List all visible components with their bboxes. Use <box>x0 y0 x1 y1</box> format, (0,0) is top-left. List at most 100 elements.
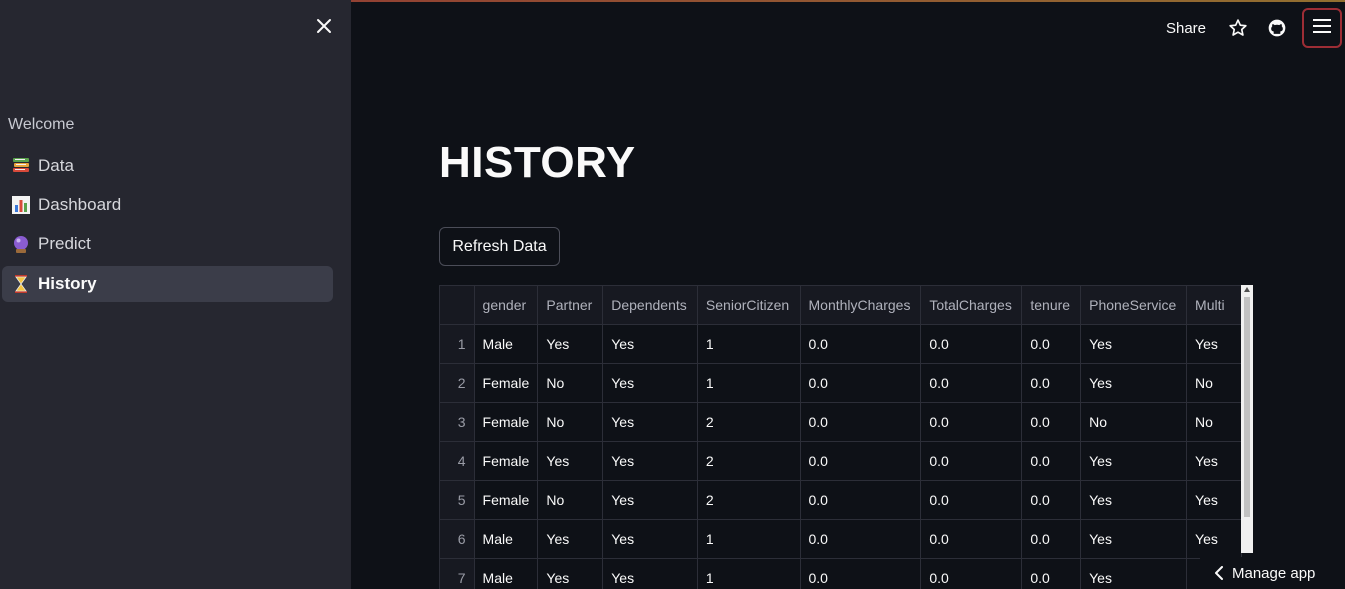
table-cell[interactable]: No <box>1186 363 1242 403</box>
header-toolbar: Share <box>1166 8 1345 48</box>
table-cell[interactable]: Yes <box>602 558 698 589</box>
scroll-up-arrow-icon[interactable] <box>1244 287 1250 292</box>
table-row: 7 Male Yes Yes 1 0.0 0.0 0.0 Yes <box>440 558 1242 589</box>
column-header[interactable]: MonthlyCharges <box>800 286 922 325</box>
main-menu-button[interactable] <box>1302 8 1342 48</box>
table-cell[interactable]: Male <box>474 558 539 589</box>
table-cell[interactable]: Yes <box>1080 441 1188 481</box>
table-cell[interactable]: Yes <box>602 363 698 403</box>
sidebar-item-welcome[interactable]: Welcome <box>8 116 74 134</box>
table-cell[interactable]: Yes <box>1186 441 1242 481</box>
table-cell[interactable]: No <box>537 480 604 520</box>
table-cell[interactable]: Female <box>474 441 539 481</box>
table-cell[interactable]: 0.0 <box>920 558 1023 589</box>
crystal-ball-icon <box>10 233 32 255</box>
table-cell[interactable]: Yes <box>602 519 698 559</box>
table-cell[interactable]: Yes <box>537 558 604 589</box>
table-row: 6 Male Yes Yes 1 0.0 0.0 0.0 Yes Yes <box>440 519 1242 559</box>
table-cell[interactable]: Yes <box>602 441 698 481</box>
table-cell[interactable]: Yes <box>1186 519 1242 559</box>
table-cell[interactable]: 0.0 <box>920 441 1023 481</box>
hamburger-icon <box>1313 18 1331 38</box>
table-cell[interactable]: Yes <box>1080 519 1188 559</box>
table-cell[interactable]: No <box>1080 402 1188 442</box>
table-cell[interactable]: 0.0 <box>1021 324 1082 364</box>
column-header[interactable]: Multi <box>1186 286 1242 325</box>
table-cell[interactable]: 2 <box>697 441 801 481</box>
column-header[interactable]: SeniorCitizen <box>697 286 801 325</box>
table-row: 3 Female No Yes 2 0.0 0.0 0.0 No No <box>440 402 1242 442</box>
table-cell[interactable]: 0.0 <box>1021 402 1082 442</box>
table-cell[interactable]: Yes <box>1080 558 1188 589</box>
table-cell[interactable]: 0.0 <box>800 519 922 559</box>
github-icon[interactable] <box>1263 14 1291 42</box>
sidebar-item-dashboard[interactable]: Dashboard <box>2 187 333 223</box>
table-cell[interactable]: Yes <box>537 519 604 559</box>
table-cell[interactable]: No <box>537 363 604 403</box>
table-cell[interactable]: 0.0 <box>920 363 1023 403</box>
manage-app-button[interactable]: Manage app <box>1200 557 1345 589</box>
table-cell[interactable]: Yes <box>1080 363 1188 403</box>
column-header[interactable]: tenure <box>1021 286 1082 325</box>
table-cell[interactable]: 1 <box>697 363 801 403</box>
table-cell[interactable]: 0.0 <box>800 363 922 403</box>
table-cell[interactable]: Yes <box>1186 324 1242 364</box>
table-cell[interactable]: Female <box>474 402 539 442</box>
table-cell[interactable]: Male <box>474 324 539 364</box>
table-cell[interactable]: 0.0 <box>920 519 1023 559</box>
column-header[interactable]: Partner <box>537 286 604 325</box>
table-cell[interactable]: 1 <box>697 519 801 559</box>
table-cell[interactable]: 0.0 <box>920 402 1023 442</box>
column-header[interactable]: PhoneService <box>1080 286 1188 325</box>
close-sidebar-button[interactable] <box>308 12 340 44</box>
table-cell[interactable]: Yes <box>1080 324 1188 364</box>
table-cell[interactable]: Yes <box>602 480 698 520</box>
table-cell[interactable]: Yes <box>537 441 604 481</box>
sidebar-item-data[interactable]: Data <box>2 148 333 184</box>
table-scrollbar[interactable] <box>1241 285 1253 553</box>
history-dataframe[interactable]: gender Partner Dependents SeniorCitizen … <box>439 285 1242 589</box>
sidebar-item-predict[interactable]: Predict <box>2 226 333 262</box>
table-cell[interactable]: Male <box>474 519 539 559</box>
table-cell[interactable]: 0.0 <box>800 558 922 589</box>
table-cell[interactable]: No <box>1186 402 1242 442</box>
table-cell[interactable]: Female <box>474 480 539 520</box>
table-cell[interactable]: 0.0 <box>800 402 922 442</box>
table-header-row: gender Partner Dependents SeniorCitizen … <box>440 286 1242 325</box>
table-cell[interactable]: 0.0 <box>1021 558 1082 589</box>
row-index: 4 <box>440 441 475 481</box>
page-title: HISTORY <box>439 138 636 187</box>
app-root: Welcome Data Dashboard Predict History S… <box>0 0 1345 589</box>
table-cell[interactable]: 0.0 <box>800 480 922 520</box>
table-body: 1 Male Yes Yes 1 0.0 0.0 0.0 Yes Yes 2 Female No Yes 1… <box>440 324 1242 589</box>
share-button[interactable]: Share <box>1166 20 1206 37</box>
table-cell[interactable]: No <box>537 402 604 442</box>
table-cell[interactable]: Yes <box>1080 480 1188 520</box>
sidebar-item-history[interactable]: History <box>2 266 333 302</box>
table-cell[interactable]: Yes <box>1186 480 1242 520</box>
row-index: 5 <box>440 480 475 520</box>
column-header[interactable]: Dependents <box>602 286 698 325</box>
star-icon[interactable] <box>1224 14 1252 42</box>
table-cell[interactable]: 0.0 <box>800 324 922 364</box>
row-index: 7 <box>440 558 475 589</box>
table-cell[interactable]: 2 <box>697 480 801 520</box>
table-cell[interactable]: 0.0 <box>920 324 1023 364</box>
table-cell[interactable]: 0.0 <box>1021 363 1082 403</box>
refresh-data-button[interactable]: Refresh Data <box>439 227 560 266</box>
table-cell[interactable]: 1 <box>697 558 801 589</box>
scrollbar-thumb[interactable] <box>1244 297 1250 517</box>
column-header[interactable]: TotalCharges <box>920 286 1023 325</box>
table-cell[interactable]: Yes <box>537 324 604 364</box>
table-cell[interactable]: 2 <box>697 402 801 442</box>
table-cell[interactable]: Yes <box>602 324 698 364</box>
column-header[interactable]: gender <box>474 286 539 325</box>
table-cell[interactable]: 0.0 <box>1021 480 1082 520</box>
table-cell[interactable]: 0.0 <box>1021 441 1082 481</box>
table-cell[interactable]: 1 <box>697 324 801 364</box>
table-cell[interactable]: 0.0 <box>800 441 922 481</box>
table-cell[interactable]: 0.0 <box>920 480 1023 520</box>
table-cell[interactable]: Female <box>474 363 539 403</box>
table-cell[interactable]: Yes <box>602 402 698 442</box>
table-cell[interactable]: 0.0 <box>1021 519 1082 559</box>
